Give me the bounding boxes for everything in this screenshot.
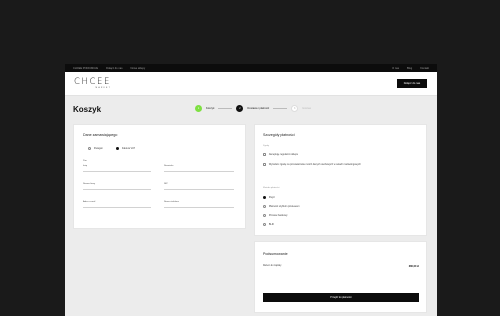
step-connector xyxy=(273,108,288,109)
orderer-card: Dane zamawiającego Paragon Faktura VAT P… xyxy=(73,124,246,229)
title-row: Koszyk 1 Koszyk 2 Dostawa i płatność 3 G… xyxy=(65,96,437,123)
last-name-field[interactable]: Nazwisko xyxy=(164,165,234,172)
prefix-field[interactable]: Pan xyxy=(83,160,151,162)
summary-total-label: Razem do zapłaty xyxy=(263,265,282,267)
method-blik[interactable]: BLIK xyxy=(263,223,275,227)
top-bar: CHCEE PODIUMUJE Dołącz do nas Nowe sklep… xyxy=(65,64,437,72)
method-payu-label: PayU xyxy=(268,196,275,200)
nip-field[interactable]: NIP xyxy=(164,183,234,190)
consent-marketing-checkbox[interactable] xyxy=(263,163,267,167)
invoice-label: Faktura VAT xyxy=(121,147,135,151)
payment-methods-label: Metoda płatności xyxy=(263,187,280,189)
first-name-field[interactable]: Imię xyxy=(83,165,151,172)
topbar-link-join[interactable]: Dołącz do nas xyxy=(106,67,122,70)
site-header: CHCEE MARKET Dołącz do nas xyxy=(65,72,437,96)
topbar-link-about[interactable]: O nas xyxy=(392,67,399,70)
receipt-radio[interactable] xyxy=(88,147,92,151)
consent-terms-checkbox[interactable] xyxy=(263,153,267,157)
summary-total-row: Razem do zapłaty 380,00 zł xyxy=(263,265,419,268)
method-blik-label: BLIK xyxy=(268,223,275,227)
step-connector xyxy=(218,108,233,109)
step-2-badge: 2 xyxy=(236,105,244,112)
company-field[interactable]: Nazwa firmy xyxy=(83,183,151,190)
step-2-label: Dostawa i płatność xyxy=(247,107,270,110)
email-input[interactable] xyxy=(83,203,151,208)
company-input[interactable] xyxy=(83,185,151,190)
last-name-input[interactable] xyxy=(164,167,234,172)
logo-sub: MARKET xyxy=(95,87,112,90)
pay-button[interactable]: Przejdź do płatności xyxy=(263,293,419,302)
step-delivery[interactable]: 2 Dostawa i płatność xyxy=(236,105,269,112)
prefix-label: Pan xyxy=(83,160,87,162)
method-fast-transfer[interactable]: Płatność szybkim przelewem xyxy=(263,205,300,209)
method-fast-transfer-label: Płatność szybkim przelewem xyxy=(268,205,300,209)
topbar-link-contact[interactable]: Kontakt xyxy=(420,67,429,70)
step-3-label: Gotowe xyxy=(302,107,312,110)
method-payu[interactable]: PayU xyxy=(263,196,275,200)
consent-marketing[interactable]: Wyrażam zgodę na przetwarzanie moich dan… xyxy=(263,163,361,167)
method-bank-transfer-radio[interactable] xyxy=(263,214,267,218)
page-title: Koszyk xyxy=(73,105,102,114)
email-field[interactable]: Adres e-mail xyxy=(83,201,151,208)
summary-card: Podsumowanie Razem do zapłaty 380,00 zł … xyxy=(254,241,427,313)
topbar-link-blog[interactable]: Blog xyxy=(407,67,412,70)
orderer-title: Dane zamawiającego xyxy=(83,133,118,137)
consent-marketing-label: Wyrażam zgodę na przetwarzanie moich dan… xyxy=(268,163,361,167)
method-blik-radio[interactable] xyxy=(263,223,267,227)
phone-field[interactable]: Numer telefonu xyxy=(164,201,234,208)
logo-main: CHCEE xyxy=(74,76,112,87)
payment-details-card: Szczegóły płatności Zgody Akceptuję regu… xyxy=(254,124,427,236)
step-cart[interactable]: 1 Koszyk xyxy=(195,105,214,112)
summary-title: Podsumowanie xyxy=(263,252,288,256)
receipt-label: Paragon xyxy=(93,147,103,151)
first-name-input[interactable] xyxy=(83,167,151,172)
consent-terms[interactable]: Akceptuję regulamin sklepu xyxy=(263,153,299,157)
app-window: CHCEE PODIUMUJE Dołącz do nas Nowe sklep… xyxy=(65,64,437,316)
topbar-link-podium[interactable]: CHCEE PODIUMUJE xyxy=(73,67,98,70)
phone-input[interactable] xyxy=(164,203,234,208)
receipt-option[interactable]: Paragon xyxy=(88,147,103,151)
step-done: 3 Gotowe xyxy=(291,105,311,112)
payment-details-title: Szczegóły płatności xyxy=(263,133,295,137)
consent-terms-label: Akceptuję regulamin sklepu xyxy=(268,153,299,157)
join-button[interactable]: Dołącz do nas xyxy=(397,79,427,88)
checkout-steps: 1 Koszyk 2 Dostawa i płatność 3 Gotowe xyxy=(195,105,311,112)
summary-total-value: 380,00 zł xyxy=(408,265,419,268)
topbar-link-new-shops[interactable]: Nowe sklepy xyxy=(131,67,146,70)
invoice-radio[interactable] xyxy=(116,147,120,151)
method-payu-radio[interactable] xyxy=(263,196,267,200)
method-bank-transfer[interactable]: Przelew bankowy xyxy=(263,214,288,218)
method-bank-transfer-label: Przelew bankowy xyxy=(268,214,288,218)
invoice-option[interactable]: Faktura VAT xyxy=(116,147,135,151)
step-3-badge: 3 xyxy=(291,105,299,112)
logo[interactable]: CHCEE MARKET xyxy=(74,78,111,90)
method-fast-transfer-radio[interactable] xyxy=(263,205,267,209)
consents-label: Zgody xyxy=(263,145,270,147)
step-1-badge: 1 xyxy=(195,105,202,112)
nip-input[interactable] xyxy=(164,185,234,190)
step-1-label: Koszyk xyxy=(206,107,215,110)
